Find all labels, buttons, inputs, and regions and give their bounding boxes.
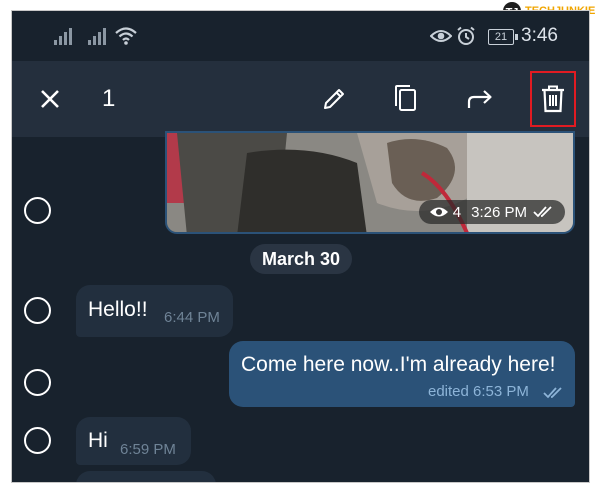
double-check-icon	[533, 206, 552, 218]
message-time: 6:59 PM	[120, 441, 176, 458]
selection-toolbar: 1	[12, 61, 589, 137]
message-bubble-partial[interactable]	[76, 471, 216, 482]
views-count: 4	[452, 203, 462, 221]
status-bar: 21 3:46	[12, 11, 589, 61]
views-eye-icon	[429, 207, 448, 217]
message-time: edited 6:53 PM	[428, 383, 529, 400]
wifi-icon	[115, 27, 137, 45]
copy-button[interactable]	[384, 61, 428, 137]
select-circle-msg-2[interactable]	[24, 369, 51, 396]
select-circle-msg-3[interactable]	[24, 427, 51, 454]
copy-icon	[395, 85, 416, 111]
status-time: 3:46	[521, 25, 558, 46]
message-text: Come here now..I'm already here!	[241, 353, 556, 376]
forward-button[interactable]	[458, 61, 502, 137]
message-bubble-incoming[interactable]: Hi 6:59 PM	[76, 417, 191, 465]
trash-icon	[542, 85, 564, 113]
pencil-icon	[324, 89, 344, 109]
cell-signal-icon	[54, 28, 72, 45]
eye-icon	[430, 30, 452, 42]
chat-area[interactable]: 4 3:26 PM March 30 Hello!! 6:44 PM Come …	[12, 131, 589, 482]
message-bubble-incoming[interactable]: Hello!! 6:44 PM	[76, 285, 233, 337]
message-text: Hello!!	[88, 298, 148, 321]
close-button[interactable]	[32, 61, 68, 137]
cell-signal-2-icon	[88, 28, 106, 45]
message-text: Hi	[88, 429, 108, 452]
select-circle-msg-1[interactable]	[24, 297, 51, 324]
select-circle-photo[interactable]	[24, 197, 51, 224]
alarm-icon	[457, 26, 475, 45]
photo-time: 3:26 PM	[471, 203, 527, 221]
photo-message[interactable]: 4 3:26 PM	[165, 131, 575, 234]
date-separator: March 30	[250, 244, 353, 274]
photo-meta: 4 3:26 PM	[418, 200, 565, 224]
phone-screen: 21 3:46 1 4 3:26 PM March 30 Hello!! 6:4…	[12, 11, 589, 482]
selected-count: 1	[102, 85, 116, 112]
delete-button[interactable]	[532, 61, 574, 137]
message-time: 6:44 PM	[164, 309, 220, 326]
double-check-icon	[543, 387, 562, 399]
forward-icon	[467, 90, 492, 108]
battery-icon: 21	[488, 29, 518, 45]
message-bubble-outgoing[interactable]: Come here now..I'm already here! edited …	[229, 341, 575, 407]
close-icon	[41, 90, 59, 108]
edit-button[interactable]	[312, 61, 356, 137]
